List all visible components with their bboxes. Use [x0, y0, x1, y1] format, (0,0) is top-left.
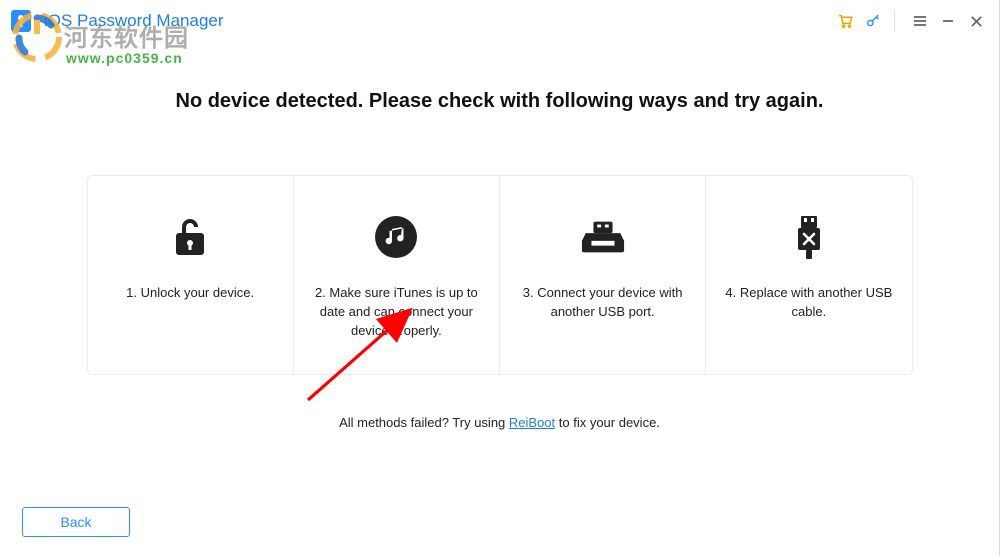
- menu-icon[interactable]: [909, 10, 931, 32]
- card-text: 1. Unlock your device.: [126, 284, 254, 303]
- card-text: 4. Replace with another USB cable.: [724, 284, 893, 322]
- footer: Back: [0, 498, 999, 556]
- app-logo-icon: [8, 8, 34, 34]
- usb-cable-icon: [786, 214, 832, 260]
- unlock-icon: [167, 214, 213, 260]
- key-icon[interactable]: [862, 10, 884, 32]
- cart-icon[interactable]: [834, 10, 856, 32]
- titlebar: iOS Password Manager: [0, 0, 999, 42]
- card-text: 3. Connect your device with another USB …: [518, 284, 687, 322]
- card-text: 2. Make sure iTunes is up to date and ca…: [312, 284, 481, 341]
- failed-prefix: All methods failed? Try using: [339, 415, 509, 430]
- suggestion-cards: 1. Unlock your device. 2. Make sure iTun…: [87, 175, 913, 375]
- close-icon[interactable]: [965, 10, 987, 32]
- card-unlock-device: 1. Unlock your device.: [88, 176, 293, 374]
- app-title: iOS Password Manager: [44, 11, 828, 31]
- no-device-heading: No device detected. Please check with fo…: [176, 90, 824, 113]
- titlebar-separator: [894, 10, 895, 32]
- usb-port-icon: [580, 214, 626, 260]
- back-button[interactable]: Back: [22, 507, 130, 537]
- card-usb-port: 3. Connect your device with another USB …: [499, 176, 705, 374]
- failed-suffix: to fix your device.: [555, 415, 660, 430]
- card-itunes: 2. Make sure iTunes is up to date and ca…: [293, 176, 499, 374]
- itunes-icon: [373, 214, 419, 260]
- card-usb-cable: 4. Replace with another USB cable.: [705, 176, 911, 374]
- minimize-icon[interactable]: [937, 10, 959, 32]
- main-content: No device detected. Please check with fo…: [0, 42, 999, 498]
- methods-failed-text: All methods failed? Try using ReiBoot to…: [339, 415, 660, 430]
- reiboot-link[interactable]: ReiBoot: [509, 415, 555, 430]
